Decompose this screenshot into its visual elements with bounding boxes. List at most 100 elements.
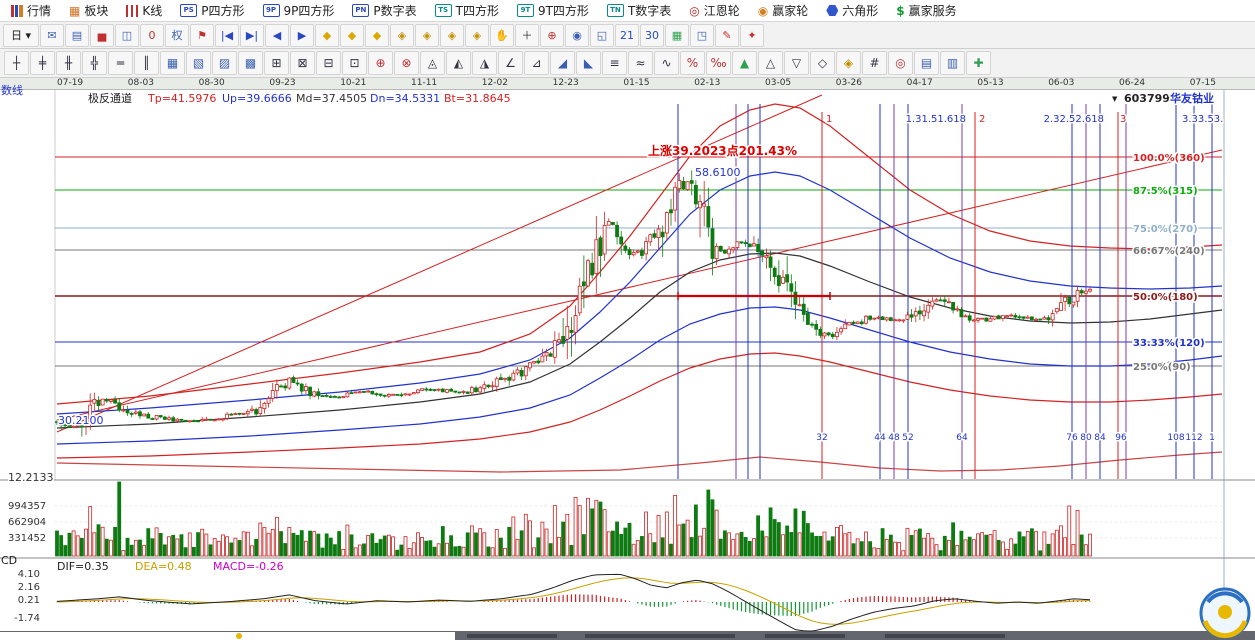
square-minus-tool-button[interactable]: ⊟ [316, 51, 341, 75]
rows-tool-button[interactable]: ▤ [914, 51, 939, 75]
main-toolbar: 日 ▾✉▤▅◫0权⚑|◀▶|◀▶◆◆◆◈◈◈◈✋＋⊕◉◱2130▦◳✎✦ [0, 22, 1255, 49]
triangle-solid-tool-icon: ▲ [740, 56, 749, 70]
square-plus-tool-button[interactable]: ⊞ [264, 51, 289, 75]
corner-ul-tool-button[interactable]: ◣ [576, 51, 601, 75]
jump-last-button[interactable]: ▶| [240, 24, 264, 47]
menu-item-label: 9P四方形 [284, 2, 335, 19]
triangle-solid-tool-button[interactable]: ▲ [732, 51, 757, 75]
jump-first-button[interactable]: |◀ [215, 24, 239, 47]
reset-zero-button[interactable]: 0 [140, 24, 164, 47]
diamond-tool-button[interactable]: ◇ [810, 51, 835, 75]
hline-tool-button[interactable]: ═ [108, 51, 133, 75]
shade-right-tool-button[interactable]: ▨ [212, 51, 237, 75]
crosshair-button[interactable]: ⊕ [540, 24, 564, 47]
menu-item-quotes[interactable]: 行情 [2, 0, 60, 21]
winner-wheel-icon: ◉ [758, 5, 768, 17]
circle-plus-tool-icon: ⊕ [375, 56, 385, 70]
mini-window-button[interactable]: ◱ [590, 24, 614, 47]
flag-button[interactable]: ⚑ [190, 24, 214, 47]
menu-item-kline[interactable]: K线 [117, 0, 171, 21]
triangle-left-tool-button[interactable]: ◭ [446, 51, 471, 75]
vline-tool-button[interactable]: ║ [134, 51, 159, 75]
preset-21-button[interactable]: 21 [615, 24, 639, 47]
vert-cross-tool-button[interactable]: ╫ [56, 51, 81, 75]
menu-item-hexagon[interactable]: 六角形 [817, 0, 887, 21]
menu-item-winner-wheel[interactable]: ◉赢家轮 [749, 0, 818, 21]
right-triangle-tool-button[interactable]: ⊿ [524, 51, 549, 75]
date-label: 11-11 [411, 78, 437, 89]
chart-text-label: 112 [1185, 433, 1202, 443]
gann-wheel-2-button[interactable]: ◈ [415, 24, 439, 47]
grid-fill-tool-button[interactable]: ▦ [160, 51, 185, 75]
winner-assistant-logo[interactable] [1197, 586, 1253, 640]
grid-cross-tool-button[interactable]: ╬ [82, 51, 107, 75]
circle-x-tool-button[interactable]: ⊗ [394, 51, 419, 75]
target-tool-button[interactable]: ◎ [888, 51, 913, 75]
gann-square-2-button[interactable]: ◆ [340, 24, 364, 47]
chart-text-label: 662904 [8, 517, 46, 528]
menu-item-sectors[interactable]: ▦板块 [60, 0, 117, 21]
adjust-rights-button[interactable]: 权 [165, 24, 189, 47]
diamond-dot-tool-button[interactable]: ◈ [836, 51, 861, 75]
chart-text-label: 108 [1167, 433, 1184, 443]
menu-item-t-table[interactable]: TNT数字表 [598, 0, 680, 21]
menu-item-gann-wheel[interactable]: ◎江恩轮 [680, 0, 749, 21]
approx-tool-button[interactable]: ≈ [628, 51, 653, 75]
double-cross-tool-button[interactable]: ╪ [30, 51, 55, 75]
preset-30-button[interactable]: 30 [640, 24, 664, 47]
snapshot-button[interactable]: ◉ [565, 24, 589, 47]
square-x-tool-button[interactable]: ⊠ [290, 51, 315, 75]
menu-item-p-table[interactable]: PNP数字表 [343, 0, 425, 21]
menu-item-p-square[interactable]: PSP四方形 [171, 0, 253, 21]
triangle-up-tool-button[interactable]: △ [758, 51, 783, 75]
gann-square-3-button[interactable]: ◆ [365, 24, 389, 47]
gann-wheel-1-button[interactable]: ◈ [390, 24, 414, 47]
gann-wheel-4-button[interactable]: ◈ [465, 24, 489, 47]
mini-chart-button[interactable]: ▅ [90, 24, 114, 47]
date-label: 08-30 [199, 78, 225, 89]
save-button[interactable]: ◳ [690, 24, 714, 47]
gann-wheel-1-icon: ◈ [398, 29, 406, 42]
date-label: 01-15 [623, 78, 649, 89]
shade-dense-tool-button[interactable]: ▩ [238, 51, 263, 75]
menu-item-9t-square[interactable]: 9T9T四方形 [508, 0, 598, 21]
dual-panel-button[interactable]: ◫ [115, 24, 139, 47]
chart-area[interactable]: 数线 CD 极反通道Tp=41.5976Up=39.6666Md=37.4505… [0, 90, 1255, 632]
stock-chart-svg[interactable]: 极反通道Tp=41.5976Up=39.6666Md=37.4505Dn=34.… [0, 90, 1255, 632]
service-tool-button[interactable]: ✦ [740, 24, 764, 47]
triangle-dot-tool-button[interactable]: ◬ [420, 51, 445, 75]
cross-line-tool-button[interactable]: ┼ [4, 51, 29, 75]
percent-tool-button[interactable]: % [680, 51, 705, 75]
save-icon: ◳ [697, 29, 707, 42]
period-day-selector-button[interactable]: 日 ▾ [3, 24, 39, 47]
hash-tool-button[interactable]: # [862, 51, 887, 75]
menu-item-winner-service[interactable]: $赢家服务 [887, 0, 965, 21]
wave-tool-button[interactable]: ∿ [654, 51, 679, 75]
step-forward-button[interactable]: ▶ [290, 24, 314, 47]
notebook-button[interactable]: ▤ [65, 24, 89, 47]
add-cross-button[interactable]: ＋ [515, 24, 539, 47]
triangle-down-tool-button[interactable]: ▽ [784, 51, 809, 75]
gann-wheel-3-button[interactable]: ◈ [440, 24, 464, 47]
plus-heavy-tool-button[interactable]: ✚ [966, 51, 991, 75]
triangle-right-tool-button[interactable]: ◮ [472, 51, 497, 75]
grid-view-button[interactable]: ▦ [665, 24, 689, 47]
permille-tool-button[interactable]: ‰ [706, 51, 731, 75]
angle-tool-button[interactable]: ∠ [498, 51, 523, 75]
chart-text-label: 50.0%(180) [1133, 292, 1198, 303]
menu-item-9p-square[interactable]: 9P9P四方形 [254, 0, 344, 21]
menu-item-t-square[interactable]: TST四方形 [426, 0, 508, 21]
circle-plus-tool-button[interactable]: ⊕ [368, 51, 393, 75]
annotate-button[interactable]: ✎ [715, 24, 739, 47]
step-back-button[interactable]: ◀ [265, 24, 289, 47]
mail-button[interactable]: ✉ [40, 24, 64, 47]
gann-square-1-button[interactable]: ◆ [315, 24, 339, 47]
grid-fill-tool-icon: ▦ [167, 56, 178, 70]
shade-left-tool-button[interactable]: ▧ [186, 51, 211, 75]
pan-hand-button[interactable]: ✋ [490, 24, 514, 47]
corner-dl-tool-button[interactable]: ◢ [550, 51, 575, 75]
square-dot-tool-button[interactable]: ⊡ [342, 51, 367, 75]
cols-tool-button[interactable]: ▥ [940, 51, 965, 75]
chart-text-label: 75.0%(270) [1133, 224, 1198, 235]
parallel-lines-tool-button[interactable]: ≡ [602, 51, 627, 75]
